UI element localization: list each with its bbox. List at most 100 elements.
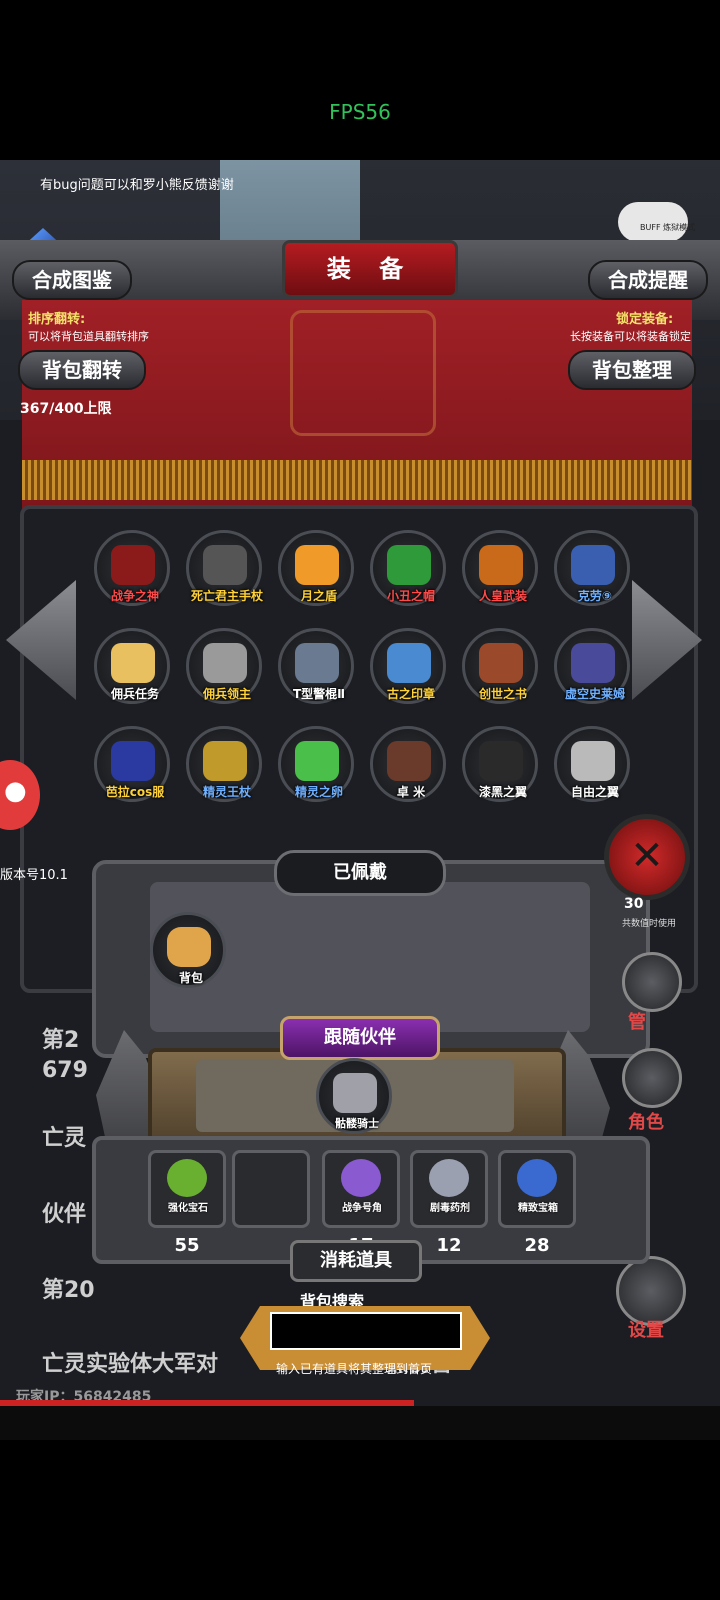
item-name: 虚空史莱姆 [564, 687, 625, 701]
follower-name: 骷髅骑士 [335, 1117, 379, 1130]
consumable-icon [341, 1159, 381, 1197]
item-icon [387, 643, 431, 683]
item-name: 创世之书 [478, 687, 527, 701]
manage-label: 管 [628, 1012, 646, 1033]
search-hint: 输入已有道具将其整理到首页 [276, 1362, 433, 1376]
item-slot[interactable]: 虚空史莱姆 [554, 628, 630, 704]
version-text: 版本号10.1 [0, 868, 68, 883]
item-icon [479, 643, 523, 683]
buff-text: BUFF 炼狱模式 [640, 223, 696, 232]
item-name: 精灵王杖 [202, 785, 251, 799]
item-name: 漆黑之翼 [478, 785, 527, 799]
empty-slot[interactable] [232, 1150, 310, 1228]
item-icon [203, 741, 247, 781]
lock-label: 锁定装备: [616, 312, 674, 327]
item-icon [571, 545, 615, 585]
skeleton-knight-icon [333, 1073, 377, 1113]
item-slot[interactable]: 战争之神 [94, 530, 170, 606]
consumable-count: 12 [436, 1235, 462, 1256]
bag-icon [167, 927, 211, 967]
item-icon [479, 545, 523, 585]
consumable-slot[interactable]: 强化宝石 55 [148, 1150, 226, 1256]
counter-note: 共数值时使用 [622, 919, 677, 929]
item-slot[interactable]: T型警棍Ⅱ [278, 628, 354, 704]
crossed-swords-emblem-icon [290, 310, 436, 436]
item-slot[interactable]: 古之印章 [370, 628, 446, 704]
consumable-slot[interactable]: 精致宝箱 28 [498, 1150, 576, 1256]
log-line: 第20 [42, 1278, 95, 1303]
item-slot[interactable]: 克劳⑨ [554, 530, 630, 606]
person-icon: ● [4, 776, 27, 806]
equipped-title: 已佩戴 [274, 850, 446, 896]
log-line: 第2 [42, 1028, 80, 1053]
item-name: 芭拉cos服 [105, 785, 165, 799]
item-icon [571, 741, 615, 781]
item-name: 自由之翼 [570, 785, 619, 799]
bag-search-input[interactable] [270, 1312, 462, 1350]
consumable-slot[interactable]: 剧毒药剂 12 [410, 1150, 488, 1256]
consumable-slot[interactable]: 战争号角17 [322, 1150, 400, 1256]
synthesis-reminder-button[interactable]: 合成提醒 [588, 260, 708, 300]
consumable-count: 55 [174, 1235, 200, 1256]
item-name: 死亡君主手杖 [190, 589, 263, 603]
item-name: 精灵之卵 [294, 785, 343, 799]
item-name: T型警棍Ⅱ [292, 687, 346, 701]
item-icon [203, 545, 247, 585]
consumable-name: 剧毒药剂 [430, 1203, 470, 1214]
item-slot[interactable]: 创世之书 [462, 628, 538, 704]
consumable-count: 28 [524, 1235, 550, 1256]
bag-sort-button[interactable]: 背包整理 [568, 350, 696, 390]
character-icon[interactable] [622, 1048, 682, 1108]
counter-value: 30 [624, 896, 644, 912]
item-icon [111, 643, 155, 683]
bag-flip-button[interactable]: 背包翻转 [18, 350, 146, 390]
follower-slot[interactable]: 骷髅骑士 [316, 1058, 392, 1134]
item-slot[interactable]: 精灵王杖 [186, 726, 262, 802]
bottom-strip [0, 1406, 720, 1440]
lock-desc: 长按装备可以将装备锁定 [570, 330, 691, 343]
sort-flip-label: 排序翻转: [28, 312, 86, 327]
item-name: 人皇武装 [478, 589, 527, 603]
item-slot[interactable]: 自由之翼 [554, 726, 630, 802]
item-slot[interactable]: 小丑之帽 [370, 530, 446, 606]
bag-label: 背包 [178, 971, 203, 985]
consumables-title: 消耗道具 [290, 1240, 422, 1282]
consumable-icon [429, 1159, 469, 1197]
consumable-name: 战争号角 [342, 1203, 382, 1214]
item-slot[interactable]: 漆黑之翼 [462, 726, 538, 802]
settings-label: 设置 [628, 1320, 664, 1341]
item-slot[interactable]: 死亡君主手杖 [186, 530, 263, 606]
item-slot[interactable]: 人皇武装 [462, 530, 538, 606]
item-name: 古之印章 [386, 687, 435, 701]
item-slot[interactable]: 月之盾 [278, 530, 354, 606]
sort-flip-desc: 可以将背包道具翻转排序 [28, 330, 149, 343]
item-slot[interactable]: 芭拉cos服 [94, 726, 170, 802]
follower-title: 跟随伙伴 [280, 1016, 440, 1060]
item-name: 卓 米 [396, 785, 426, 799]
log-line: 679 [42, 1058, 88, 1083]
item-name: 佣兵领主 [202, 687, 251, 701]
dice-icon[interactable] [622, 952, 682, 1012]
item-icon [387, 741, 431, 781]
item-name: 克劳⑨ [577, 589, 613, 603]
item-icon [111, 741, 155, 781]
notice-text: 有bug问题可以和罗小熊反馈谢谢 [40, 178, 234, 193]
page-title: 装 备 [282, 240, 458, 298]
item-icon [295, 741, 339, 781]
item-icon [111, 545, 155, 585]
item-slot[interactable]: 佣兵任务 [94, 628, 170, 704]
consumable-name: 强化宝石 [168, 1203, 208, 1214]
bag-slot[interactable]: 背包 [150, 912, 226, 988]
item-slot[interactable]: 精灵之卵 [278, 726, 354, 802]
codex-button[interactable]: 合成图鉴 [12, 260, 132, 300]
item-slot[interactable]: 佣兵领主 [186, 628, 262, 704]
item-slot[interactable]: 卓 米 [370, 726, 446, 802]
item-icon [479, 741, 523, 781]
close-button[interactable]: ✕ [604, 814, 690, 900]
log-line: 伙伴 [42, 1202, 87, 1227]
item-icon [295, 643, 339, 683]
item-name: 小丑之帽 [386, 589, 435, 603]
fps-counter: FPS56 [329, 100, 391, 124]
item-icon [387, 545, 431, 585]
bag-capacity: 367/400上限 [20, 401, 112, 417]
